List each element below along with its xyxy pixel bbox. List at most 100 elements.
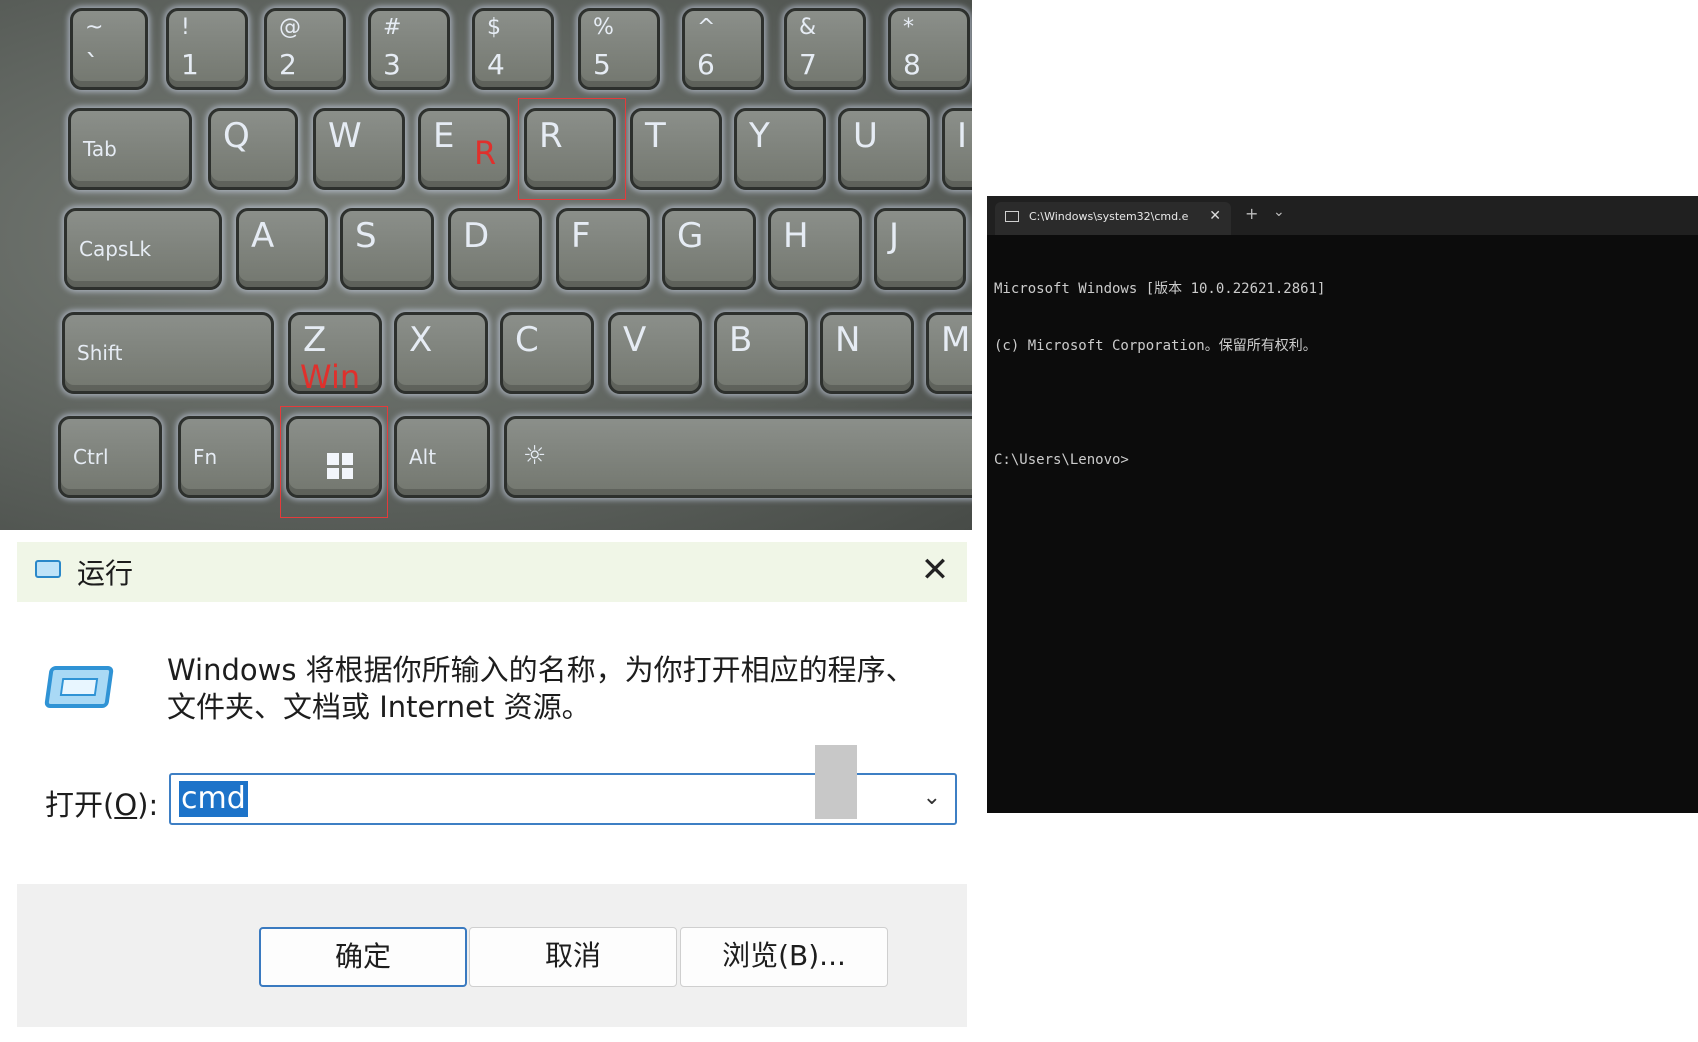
key-label: E	[433, 116, 455, 156]
key-symbol: ~	[85, 15, 104, 40]
run-titlebar: 运行 ✕	[17, 542, 967, 602]
cmd-output[interactable]: Microsoft Windows [版本 10.0.22621.2861] (…	[994, 242, 1684, 508]
key-d: D	[448, 208, 542, 290]
ok-button[interactable]: 确定	[259, 927, 467, 987]
new-tab-icon[interactable]: +	[1245, 204, 1258, 223]
key-2: @ 2	[264, 8, 346, 90]
key-ctrl: Ctrl	[58, 416, 162, 498]
cursor-overlay	[815, 745, 857, 819]
key-label: Tab	[83, 137, 117, 161]
browse-button[interactable]: 浏览(B)...	[680, 927, 888, 987]
key-label: F	[571, 216, 591, 256]
open-combobox[interactable]: cmd ⌄	[169, 745, 957, 825]
key-number: 6	[697, 48, 715, 81]
key-symbol: &	[799, 15, 817, 40]
key-label: T	[645, 116, 666, 156]
open-input-value[interactable]: cmd	[179, 781, 248, 817]
run-title: 运行	[77, 557, 134, 590]
cancel-button[interactable]: 取消	[469, 927, 677, 987]
key-4: $ 4	[472, 8, 554, 90]
key-capslock: CapsLk	[64, 208, 222, 290]
key-fn: Fn	[178, 416, 274, 498]
key-a: A	[236, 208, 328, 290]
key-m: M	[926, 312, 972, 394]
key-label: C	[515, 320, 539, 360]
key-tab: Tab	[68, 108, 192, 190]
key-t: T	[630, 108, 722, 190]
windows-logo-icon	[327, 453, 353, 479]
key-symbol: *	[903, 15, 914, 40]
key-j: J	[874, 208, 966, 290]
cmd-tab[interactable]: C:\Windows\system32\cmd.e ✕	[995, 202, 1231, 235]
key-symbol: @	[279, 15, 301, 40]
key-5: % 5	[578, 8, 660, 90]
key-number: 5	[593, 48, 611, 81]
key-1: ! 1	[166, 8, 248, 90]
key-3: # 3	[368, 8, 450, 90]
key-label: V	[623, 320, 647, 360]
key-label: Shift	[77, 341, 123, 365]
key-symbol: %	[593, 15, 614, 40]
cmd-line: Microsoft Windows [版本 10.0.22621.2861]	[994, 281, 1326, 297]
run-dialog: 运行 ✕ Windows 将根据你所输入的名称，为你打开相应的程序、文件夹、文档…	[17, 542, 967, 1027]
key-label: I	[957, 116, 968, 156]
open-label-accelerator: O	[114, 788, 138, 822]
cmd-tab-title: C:\Windows\system32\cmd.e	[1029, 210, 1189, 223]
key-label: B	[729, 320, 753, 360]
key-label: Y	[749, 116, 770, 156]
key-label: G	[677, 216, 704, 256]
key-h: H	[768, 208, 862, 290]
key-space: ☼	[504, 416, 972, 498]
key-s: S	[340, 208, 434, 290]
annotation-win: Win	[300, 358, 361, 396]
annotation-r: R	[474, 134, 497, 172]
key-label: Fn	[193, 445, 218, 469]
backlight-icon: ☼	[523, 441, 547, 471]
key-number: 2	[279, 48, 297, 81]
cmd-tab-bar: C:\Windows\system32\cmd.e ✕ + ⌄	[987, 196, 1698, 235]
open-label-prefix: 打开(	[45, 788, 115, 822]
key-label: Ctrl	[73, 445, 109, 469]
cmd-window: C:\Windows\system32\cmd.e ✕ + ⌄ Microsof…	[987, 196, 1698, 813]
key-w: W	[313, 108, 405, 190]
key-label: Alt	[409, 445, 437, 469]
key-label: S	[355, 216, 377, 256]
key-label: U	[853, 116, 878, 156]
close-button[interactable]: ✕	[917, 552, 953, 588]
key-y: Y	[734, 108, 826, 190]
close-icon[interactable]: ✕	[1209, 208, 1221, 224]
key-symbol: ^	[697, 15, 716, 40]
key-number: `	[85, 48, 99, 81]
key-q: Q	[208, 108, 298, 190]
key-b: B	[714, 312, 808, 394]
key-symbol: #	[383, 15, 402, 40]
key-number: 3	[383, 48, 401, 81]
key-f: F	[556, 208, 650, 290]
key-label: R	[539, 116, 563, 156]
cmd-line: (c) Microsoft Corporation。保留所有权利。	[994, 338, 1317, 354]
key-label: N	[835, 320, 861, 360]
key-label: Q	[223, 116, 250, 156]
chevron-down-icon[interactable]: ⌄	[923, 785, 941, 810]
key-symbol: $	[487, 15, 501, 40]
key-label: A	[251, 216, 275, 256]
cmd-prompt: C:\Users\Lenovo>	[994, 452, 1129, 468]
keyboard-photo: ~ ` ! 1 @ 2 # 3 $ 4 % 5 ^ 6 & 7 * 8 Tab …	[0, 0, 972, 530]
key-7: & 7	[784, 8, 866, 90]
key-number: 8	[903, 48, 921, 81]
key-label: D	[463, 216, 490, 256]
key-label: W	[328, 116, 362, 156]
key-windows	[286, 416, 382, 498]
key-label: X	[409, 320, 433, 360]
run-large-icon	[44, 666, 114, 708]
chevron-down-icon[interactable]: ⌄	[1273, 204, 1285, 220]
key-label: Z	[303, 320, 327, 360]
key-tilde: ~ `	[70, 8, 148, 90]
key-8: * 8	[888, 8, 970, 90]
close-icon: ✕	[920, 550, 950, 590]
key-alt: Alt	[394, 416, 490, 498]
key-label: CapsLk	[79, 237, 152, 261]
key-r: R	[524, 108, 616, 190]
key-x: X	[394, 312, 488, 394]
key-number: 4	[487, 48, 505, 81]
